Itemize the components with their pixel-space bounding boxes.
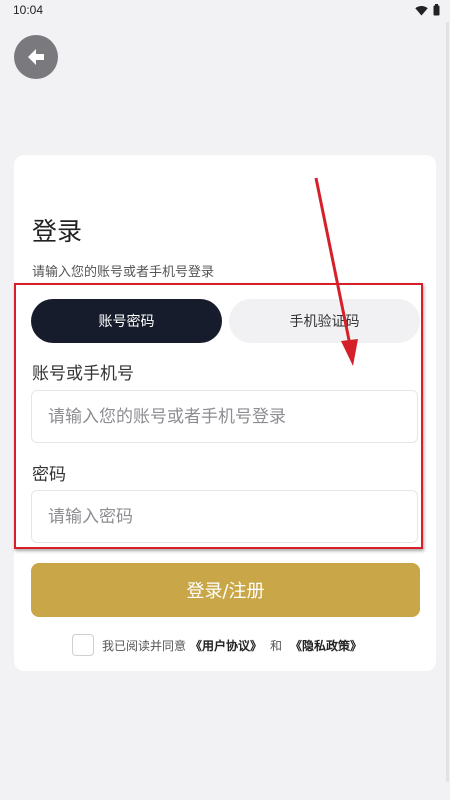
page-title: 登录 [32,217,83,246]
privacy-policy-link[interactable]: 《隐私政策》 [290,637,362,654]
agreement-checkbox[interactable] [72,634,94,656]
tab-label: 账号密码 [98,314,155,330]
account-label: 账号或手机号 [32,364,134,384]
password-label: 密码 [32,465,66,485]
wifi-icon [415,5,428,15]
agreement-prefix: 我已阅读并同意 [102,638,187,653]
scrollbar[interactable] [446,22,449,782]
status-bar: 10:04 [0,0,450,22]
status-time: 10:04 [13,3,44,17]
user-agreement-link[interactable]: 《用户协议》 [190,637,262,654]
agreement-and: 和 [270,638,283,653]
login-register-button[interactable]: 登录/注册 [31,563,420,617]
status-icons [415,4,440,16]
page-subtitle: 请输入您的账号或者手机号登录 [32,265,215,280]
password-input[interactable] [31,490,418,543]
tab-label: 手机验证码 [289,314,360,330]
battery-icon [433,4,440,16]
agreement-row: 我已阅读并同意 《用户协议》 和 《隐私政策》 [72,633,362,657]
back-button[interactable] [14,35,58,79]
tab-sms-code[interactable]: 手机验证码 [229,299,420,343]
arrow-left-icon [28,49,44,65]
tab-account-password[interactable]: 账号密码 [31,299,222,343]
account-input[interactable] [31,390,418,443]
